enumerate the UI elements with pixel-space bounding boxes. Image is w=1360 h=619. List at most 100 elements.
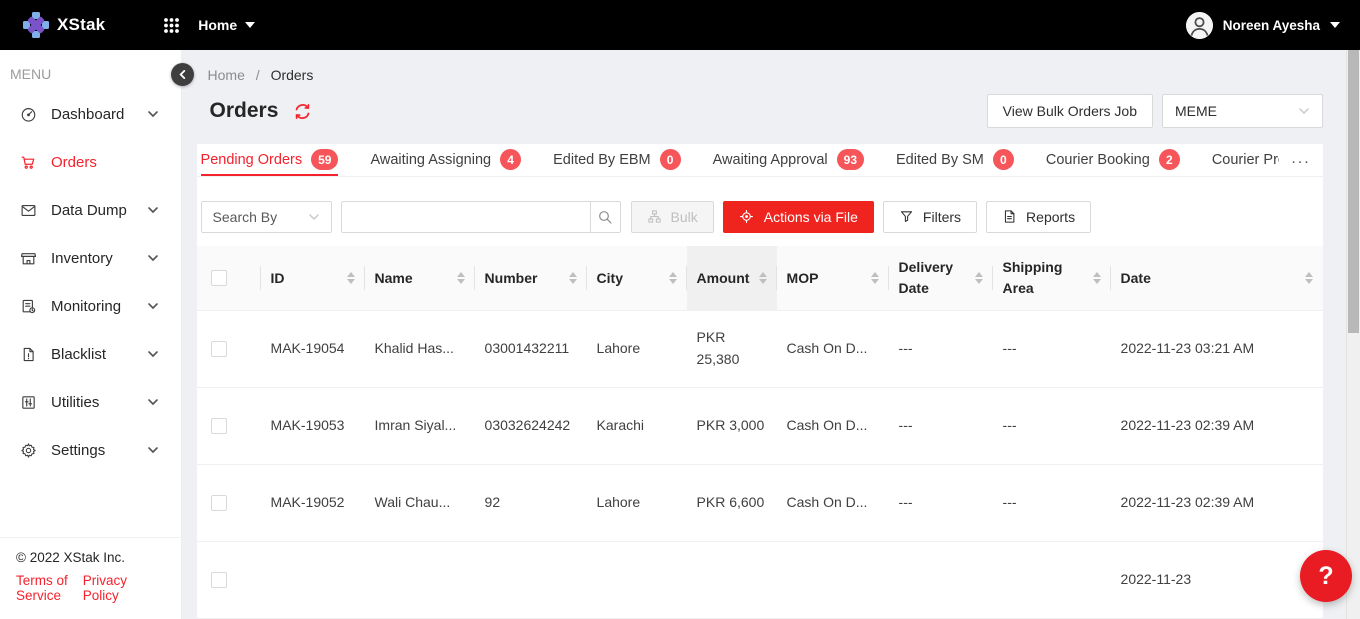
select-all-checkbox[interactable] (211, 270, 227, 286)
cell-id (261, 542, 365, 619)
cell-mop: Cash On D... (777, 465, 889, 542)
column-header-shipping-area[interactable]: Shipping Area (993, 246, 1111, 311)
sidebar-item-monitoring[interactable]: Monitoring (0, 282, 181, 330)
tab-edited-by-sm[interactable]: Edited By SM 0 (896, 144, 1014, 176)
search-by-select[interactable]: Search By (201, 201, 332, 233)
cell-amount: PKR 3,000 (687, 388, 777, 465)
sidebar-item-label: Settings (51, 442, 105, 459)
sort-icon[interactable] (871, 272, 881, 284)
column-header-delivery-date[interactable]: Delivery Date (889, 246, 993, 311)
bulk-button[interactable]: Bulk (631, 201, 714, 233)
cell-mop: Cash On D... (777, 311, 889, 388)
terms-of-service-link[interactable]: Terms of Service (16, 573, 83, 603)
cell-amount: PKR 25,380 (687, 311, 777, 388)
cell-shipping-area: --- (993, 388, 1111, 465)
sort-icon[interactable] (975, 272, 985, 284)
tab-label: Edited By EBM (553, 152, 651, 168)
xstak-logo-icon (22, 11, 50, 39)
search-button[interactable] (590, 201, 621, 233)
sidebar-collapse-button[interactable] (171, 63, 194, 86)
sidebar-item-orders[interactable]: Orders (0, 138, 181, 186)
column-header-number[interactable]: Number (475, 246, 587, 311)
cell-number: 92 (475, 465, 587, 542)
sidebar-item-label: Inventory (51, 250, 113, 267)
sidebar-item-dashboard[interactable]: Dashboard (0, 90, 181, 138)
brand-name: XStak (57, 15, 105, 35)
privacy-policy-link[interactable]: Privacy Policy (83, 573, 139, 603)
breadcrumb-home-link[interactable]: Home (208, 67, 245, 83)
tab-label: Courier Booking (1046, 152, 1150, 168)
chevron-down-icon (147, 348, 159, 360)
column-header-name[interactable]: Name (365, 246, 475, 311)
copyright-text: © 2022 XStak Inc. (16, 550, 163, 565)
cell-amount: PKR 6,600 (687, 465, 777, 542)
sort-icon[interactable] (347, 272, 357, 284)
bulk-label: Bulk (671, 209, 698, 225)
user-menu[interactable]: Noreen Ayesha (1186, 12, 1340, 39)
apps-grid-icon[interactable] (163, 17, 180, 34)
view-bulk-orders-job-button[interactable]: View Bulk Orders Job (987, 94, 1153, 128)
sidebar-item-label: Utilities (51, 394, 99, 411)
row-checkbox[interactable] (211, 572, 227, 588)
filters-button[interactable]: Filters (883, 201, 977, 233)
sidebar-item-label: Blacklist (51, 346, 106, 363)
sidebar-footer: © 2022 XStak Inc. Terms of Service Priva… (0, 537, 181, 619)
column-header-city[interactable]: City (587, 246, 687, 311)
sidebar-item-data-dump[interactable]: Data Dump (0, 186, 181, 234)
chevron-down-icon (1330, 22, 1340, 28)
tab-edited-by-ebm[interactable]: Edited By EBM 0 (553, 144, 681, 176)
topbar: XStak Home Noreen Ayesha (0, 0, 1360, 50)
sort-icon[interactable] (669, 272, 679, 284)
sidebar-item-label: Data Dump (51, 202, 127, 219)
orders-table: ID Name Number City Amount MOP Delivery … (197, 246, 1323, 619)
home-menu[interactable]: Home (198, 17, 255, 33)
sort-icon[interactable] (1305, 272, 1315, 284)
help-button[interactable]: ? (1300, 550, 1352, 602)
tab-courier-booking[interactable]: Courier Booking 2 (1046, 144, 1180, 176)
sort-icon[interactable] (569, 272, 579, 284)
column-header-mop[interactable]: MOP (777, 246, 889, 311)
refresh-button[interactable] (293, 102, 312, 121)
cell-delivery-date: --- (889, 465, 993, 542)
cell-name (365, 542, 475, 619)
reports-button[interactable]: Reports (986, 201, 1091, 233)
store-icon (20, 250, 37, 267)
cell-shipping-area: --- (993, 465, 1111, 542)
sort-icon[interactable] (1093, 272, 1103, 284)
column-header-amount[interactable]: Amount (687, 246, 777, 311)
page-scrollbar[interactable] (1346, 50, 1360, 619)
tab-awaiting-assigning[interactable]: Awaiting Assigning 4 (370, 144, 521, 176)
sort-icon[interactable] (457, 272, 467, 284)
search-input[interactable] (341, 201, 590, 233)
tab-awaiting-approval[interactable]: Awaiting Approval 93 (713, 144, 864, 176)
row-checkbox[interactable] (211, 495, 227, 511)
actions-via-file-button[interactable]: Actions via File (723, 201, 874, 233)
cell-id: MAK-19053 (261, 388, 365, 465)
tab-pending-orders[interactable]: Pending Orders 59 (201, 144, 339, 176)
row-checkbox[interactable] (211, 418, 227, 434)
more-tabs-button[interactable]: ... (1279, 144, 1323, 175)
store-select[interactable]: MEME (1162, 94, 1323, 128)
sidebar-item-label: Dashboard (51, 106, 124, 123)
cell-name: Imran Siyal... (365, 388, 475, 465)
scrollbar-thumb[interactable] (1348, 50, 1359, 333)
main-content: Home / Orders Orders View Bulk Orde (182, 50, 1360, 619)
chevron-down-icon (308, 211, 320, 223)
cell-number: 03032624242 (475, 388, 587, 465)
column-header-id[interactable]: ID (261, 246, 365, 311)
sidebar-item-inventory[interactable]: Inventory (0, 234, 181, 282)
view-bulk-orders-job-label: View Bulk Orders Job (1003, 103, 1137, 119)
row-checkbox[interactable] (211, 341, 227, 357)
sidebar-item-settings[interactable]: Settings (0, 426, 181, 474)
sort-icon[interactable] (759, 272, 769, 284)
cell-delivery-date (889, 542, 993, 619)
cell-mop (777, 542, 889, 619)
column-header-date[interactable]: Date (1111, 246, 1323, 311)
sidebar-item-utilities[interactable]: Utilities (0, 378, 181, 426)
cell-mop: Cash On D... (777, 388, 889, 465)
cell-city: Karachi (587, 388, 687, 465)
chevron-down-icon (147, 252, 159, 264)
brand-logo[interactable]: XStak (22, 11, 105, 39)
sidebar-item-blacklist[interactable]: Blacklist (0, 330, 181, 378)
chevron-down-icon (245, 22, 255, 28)
